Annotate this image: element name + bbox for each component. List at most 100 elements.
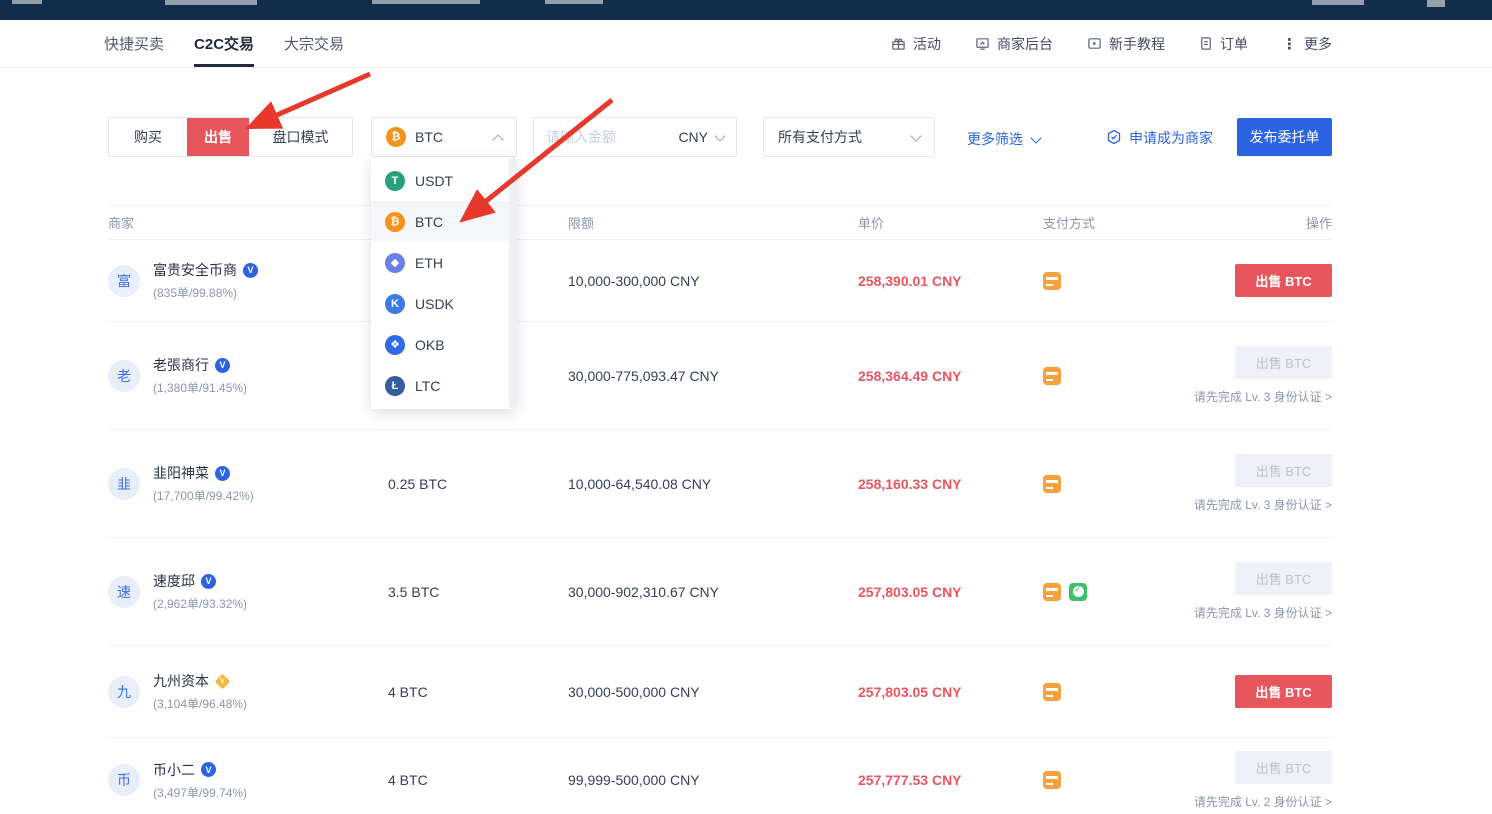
price-cell: 257,803.05 CNY xyxy=(858,584,1043,600)
badge-check-icon xyxy=(1106,129,1122,148)
currency-select[interactable]: CNY xyxy=(678,129,724,145)
action-cell: 出售 BTC xyxy=(1193,675,1332,708)
link-orders[interactable]: 订单 xyxy=(1199,34,1248,54)
avatar[interactable]: 币 xyxy=(108,764,140,796)
verified-badge-icon: V xyxy=(201,574,216,589)
coin-option-label: BTC xyxy=(415,214,443,230)
merchant-cell: 韭 韭阳神菜 V (17,700单/99.42%) xyxy=(108,463,388,504)
merchant-stats: (835单/99.88%) xyxy=(153,284,258,301)
monitor-icon xyxy=(975,36,990,51)
btc-icon: ₿ xyxy=(385,212,405,232)
coin-option-label: ETH xyxy=(415,255,443,271)
merchant-cell: 九 九州资本 V (3,104单/96.48%) xyxy=(108,671,388,712)
action-cell: 出售 BTC 请先完成 Lv. 2 身份认证 > xyxy=(1193,751,1332,810)
merchant-name[interactable]: 老張商行 xyxy=(153,355,209,375)
chevron-up-icon xyxy=(492,134,503,145)
avatar[interactable]: 富 xyxy=(108,265,140,297)
sell-btc-button-disabled[interactable]: 出售 BTC xyxy=(1235,751,1332,784)
merchant-stats: (3,497单/99.74%) xyxy=(153,784,247,801)
chevron-down-icon xyxy=(714,130,725,141)
orderbook-mode-button[interactable]: 盘口模式 xyxy=(249,118,352,156)
quantity-cell: 4 BTC xyxy=(388,684,568,700)
link-label: 商家后台 xyxy=(997,34,1053,54)
dropdown-scrollbar[interactable] xyxy=(509,157,517,409)
kyc-notice-link[interactable]: 请先完成 Lv. 2 身份认证 > xyxy=(1194,793,1332,810)
tab-block-trade[interactable]: 大宗交易 xyxy=(284,20,344,67)
apply-merchant-link[interactable]: 申请成为商家 xyxy=(1106,128,1213,148)
btc-icon: ₿ xyxy=(386,127,406,147)
avatar[interactable]: 老 xyxy=(108,360,140,392)
coin-option-okb[interactable]: ❖ OKB xyxy=(371,324,517,365)
link-more[interactable]: ⋮ 更多 xyxy=(1282,34,1332,54)
avatar[interactable]: 速 xyxy=(108,576,140,608)
coin-option-btc[interactable]: ₿ BTC xyxy=(371,201,517,242)
tab-c2c-trade[interactable]: C2C交易 xyxy=(194,20,254,67)
sell-btc-button-disabled[interactable]: 出售 BTC xyxy=(1235,562,1332,595)
link-merchant-console[interactable]: 商家后台 xyxy=(975,34,1053,54)
sell-btc-button[interactable]: 出售 BTC xyxy=(1235,675,1332,708)
kyc-notice-link[interactable]: 请先完成 Lv. 3 身份认证 > xyxy=(1194,496,1332,513)
limit-cell: 30,000-500,000 CNY xyxy=(568,684,858,700)
quantity-cell: 4 BTC xyxy=(388,772,568,788)
merchant-name[interactable]: 韭阳神菜 xyxy=(153,463,209,483)
action-cell: 出售 BTC 请先完成 Lv. 3 身份认证 > xyxy=(1193,562,1332,621)
subnav-links: 活动 商家后台 新手教程 订单 ⋮ 更多 xyxy=(891,20,1332,67)
post-order-button[interactable]: 发布委托单 xyxy=(1237,118,1332,156)
coin-option-usdt[interactable]: T USDT xyxy=(371,160,517,201)
kyc-notice-link[interactable]: 请先完成 Lv. 3 身份认证 > xyxy=(1194,388,1332,405)
coin-option-ltc[interactable]: Ł LTC xyxy=(371,365,517,406)
price-cell: 258,390.01 CNY xyxy=(858,273,1043,289)
avatar[interactable]: 韭 xyxy=(108,468,140,500)
coin-select[interactable]: ₿ BTC xyxy=(371,117,517,157)
ltc-icon: Ł xyxy=(385,376,405,396)
tab-quick-trade[interactable]: 快捷买卖 xyxy=(104,20,164,67)
offers-table: 商家 限额 单价 支付方式 操作 富 富贵安全币商 V (835单/99.88%… xyxy=(108,205,1332,814)
merchant-stats: (2,962单/93.32%) xyxy=(153,595,247,612)
header-merchant: 商家 xyxy=(108,213,388,232)
coin-option-usdk[interactable]: K USDK xyxy=(371,283,517,324)
sell-btc-button-disabled[interactable]: 出售 BTC xyxy=(1235,454,1332,487)
secondary-nav: 快捷买卖 C2C交易 大宗交易 活动 商家后台 新手教程 订单 ⋮ xyxy=(0,20,1492,68)
header-price: 单价 xyxy=(858,213,1043,232)
merchant-name[interactable]: 币小二 xyxy=(153,760,195,780)
coin-option-label: LTC xyxy=(415,378,440,394)
bank-card-icon[interactable] xyxy=(1043,475,1061,493)
wechat-pay-icon[interactable] xyxy=(1069,583,1087,601)
play-video-icon xyxy=(1087,36,1102,51)
coin-option-eth[interactable]: ◆ ETH xyxy=(371,242,517,283)
merchant-cell: 富 富贵安全币商 V (835单/99.88%) xyxy=(108,260,388,301)
table-row: 富 富贵安全币商 V (835单/99.88%) 10,000-300,000 … xyxy=(108,240,1332,322)
header-limit: 限额 xyxy=(568,213,858,232)
quantity-cell: 3.5 BTC xyxy=(388,584,568,600)
amount-input[interactable] xyxy=(546,129,646,145)
merchant-name[interactable]: 速度邱 xyxy=(153,571,195,591)
payment-method-value: 所有支付方式 xyxy=(778,127,862,147)
more-filters-link[interactable]: 更多筛选 xyxy=(967,129,1040,149)
merchant-name[interactable]: 九州资本 xyxy=(153,671,209,691)
buy-button[interactable]: 购买 xyxy=(109,118,187,156)
bank-card-icon[interactable] xyxy=(1043,583,1061,601)
navbar-fragment xyxy=(165,0,257,5)
bank-card-icon[interactable] xyxy=(1043,683,1061,701)
merchant-name[interactable]: 富贵安全币商 xyxy=(153,260,237,280)
avatar[interactable]: 九 xyxy=(108,676,140,708)
sell-btc-button[interactable]: 出售 BTC xyxy=(1235,264,1332,297)
bank-card-icon[interactable] xyxy=(1043,771,1061,789)
sell-btc-button-disabled[interactable]: 出售 BTC xyxy=(1235,346,1332,379)
navbar-fragment xyxy=(1312,0,1364,5)
link-label: 活动 xyxy=(913,34,941,54)
link-tutorial[interactable]: 新手教程 xyxy=(1087,34,1165,54)
bank-card-icon[interactable] xyxy=(1043,367,1061,385)
trade-mode-tabs: 快捷买卖 C2C交易 大宗交易 xyxy=(104,20,344,67)
bank-card-icon[interactable] xyxy=(1043,272,1061,290)
payment-cell xyxy=(1043,583,1193,601)
payment-method-select[interactable]: 所有支付方式 xyxy=(763,117,935,157)
table-row: 速 速度邱 V (2,962单/93.32%) 3.5 BTC 30,000-9… xyxy=(108,538,1332,646)
kyc-notice-link[interactable]: 请先完成 Lv. 3 身份认证 > xyxy=(1194,604,1332,621)
payment-cell xyxy=(1043,367,1193,385)
link-activities[interactable]: 活动 xyxy=(891,34,941,54)
sell-button[interactable]: 出售 xyxy=(187,118,249,156)
merchant-stats: (17,700单/99.42%) xyxy=(153,487,254,504)
price-cell: 257,777.53 CNY xyxy=(858,772,1043,788)
payment-cell xyxy=(1043,771,1193,789)
